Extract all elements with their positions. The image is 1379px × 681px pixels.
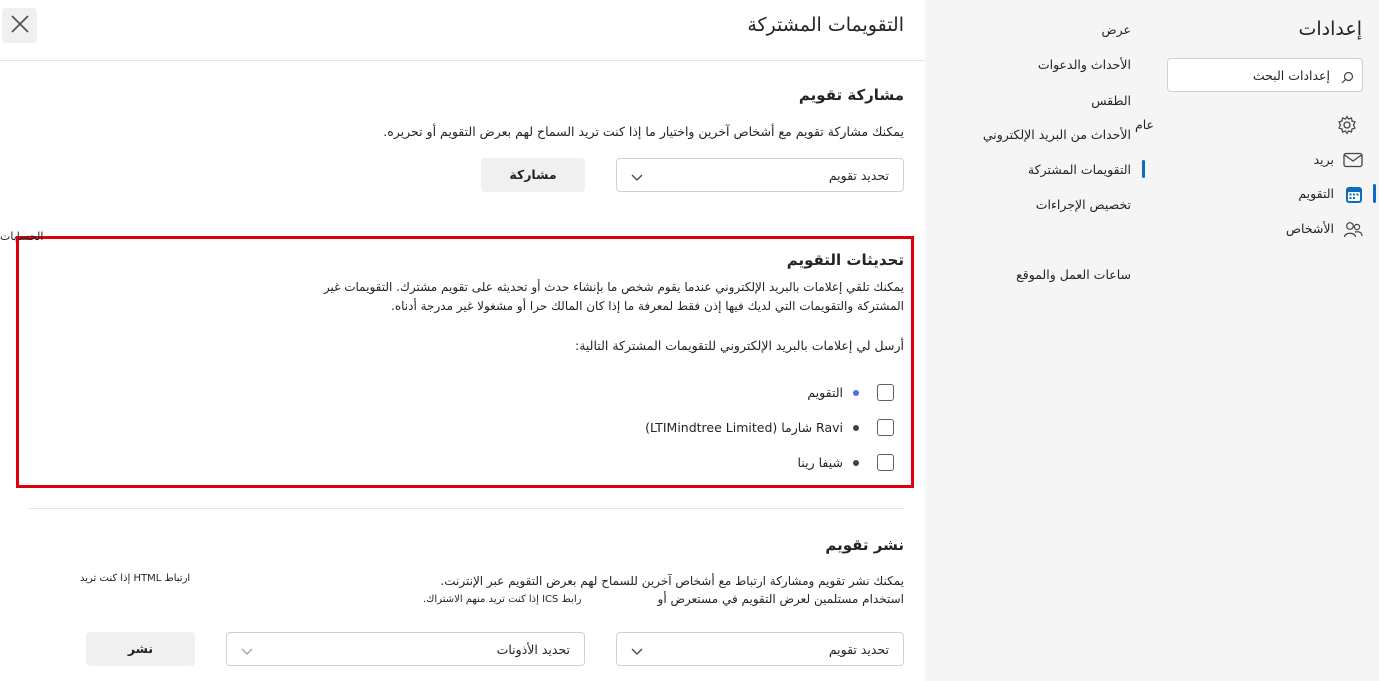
updates-description-line2: المشتركة والتقويمات التي لديك فيها إذن ف… [391,299,904,313]
publish-button-label: نشر [127,641,154,656]
permissions-dropdown[interactable]: تحديد الأذونات [226,632,585,666]
publish-calendar-dropdown-label: تحديد تقويم [828,642,889,657]
people-icon [1343,221,1363,243]
search-input[interactable]: إعدادات البحث [1167,58,1363,92]
html-link-note: ارتباط HTML إذا كنت تريد [80,573,191,584]
publish-button[interactable]: نشر [86,632,195,666]
ravi-calendar-color-dot [853,425,859,431]
subnav-events-invitations[interactable]: الأحداث والدعوات [1038,57,1131,72]
subnav-customize-actions[interactable]: تخصيص الإجراءات [1036,197,1131,212]
search-placeholder: إعدادات البحث [1252,68,1330,83]
ravi-calendar-label: Ravi شارما (LTIMindtree Limited) [645,420,843,435]
selected-indicator [1373,184,1376,203]
subnav-work-hours-location[interactable]: ساعات العمل والموقع [1016,267,1131,282]
share-heading: مشاركة تقويم [798,86,904,104]
publish-description-line2: استخدام مستلمين لعرض التقويم في مستعرض أ… [657,592,904,606]
chevron-down-icon [631,168,643,187]
calendar-checkbox[interactable] [877,384,894,401]
close-button[interactable] [2,8,37,43]
nav-item-mail[interactable]: بريد [1314,152,1334,167]
calendar-updates-highlight [16,236,914,488]
shiva-calendar-color-dot [853,460,859,466]
publish-divider [28,508,904,509]
settings-navigation [925,0,1379,681]
subnav-weather[interactable]: الطقس [1091,93,1131,108]
calendar-color-dot [853,390,859,396]
search-icon [1341,69,1354,88]
publish-heading: نشر تقويم [825,536,904,554]
gear-icon[interactable] [1337,115,1363,135]
mail-icon [1343,152,1363,172]
shiva-calendar-checkbox[interactable] [877,454,894,471]
nav-item-general[interactable]: عام [1135,117,1154,132]
shiva-calendar-label: شيفا رينا [797,455,843,470]
subnav-selected-indicator [1142,160,1145,178]
share-button-label: مشاركة [509,167,557,182]
share-calendar-dropdown-label: تحديد تقويم [828,168,889,183]
nav-item-people[interactable]: الأشخاص [1286,221,1334,236]
share-button[interactable]: مشاركة [481,158,585,192]
updates-prompt: أرسل لي إعلامات بالبريد الإلكتروني للتقو… [575,338,904,353]
updates-heading: تحديثات التقويم [786,251,904,269]
subnav-view[interactable]: عرض [1102,22,1131,37]
updates-description-line1: يمكنك تلقي إعلامات بالبريد الإلكتروني عن… [323,280,904,294]
subnav-shared-calendars[interactable]: التقويمات المشتركة [1028,162,1131,177]
ravi-calendar-checkbox[interactable] [877,419,894,436]
calendar-icon [1345,186,1363,208]
close-icon [10,14,30,38]
subnav-events-from-email[interactable]: الأحداث من البريد الإلكتروني [983,127,1131,142]
share-description: يمكنك مشاركة تقويم مع أشخاص آخرين واختيا… [383,124,904,139]
nav-item-calendar[interactable]: التقويم [1298,186,1334,201]
chevron-down-icon [631,642,643,661]
share-calendar-dropdown[interactable]: تحديد تقويم [616,158,904,192]
ics-link-note: رابط ICS إذا كنت تريد منهم الاشتراك. [423,594,582,605]
subnav-accounts[interactable]: الحسابات [0,230,43,243]
chevron-down-icon [241,642,253,661]
panel-title: التقويمات المشتركة [747,14,904,36]
publish-calendar-dropdown[interactable]: تحديد تقويم [616,632,904,666]
calendar-label: التقويم [807,385,843,400]
permissions-dropdown-label: تحديد الأذونات [496,642,570,657]
settings-title: إعدادات [1298,18,1363,40]
title-divider [0,60,925,61]
publish-description-line1: يمكنك نشر تقويم ومشاركة ارتباط مع أشخاص … [440,574,904,588]
